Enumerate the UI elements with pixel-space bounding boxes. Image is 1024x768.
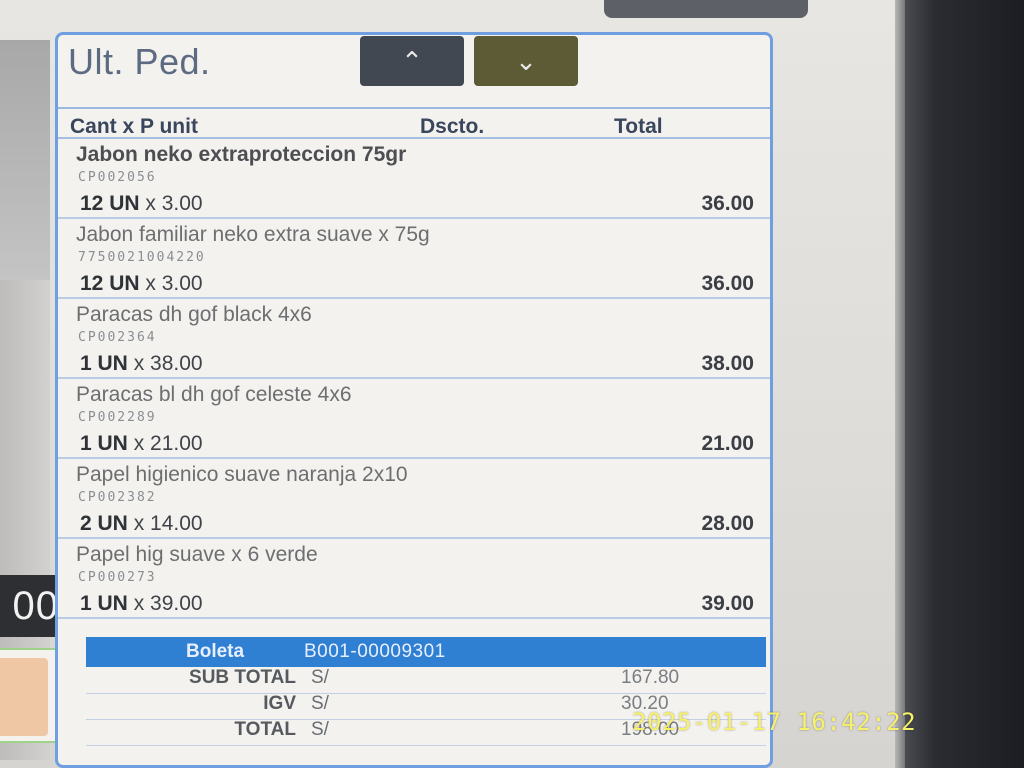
list-item[interactable]: Jabon familiar neko extra suave x 75g 77…	[58, 219, 770, 299]
item-qty: 2 UN	[80, 512, 128, 535]
list-item[interactable]: Paracas bl dh gof celeste 4x6 CP002289 1…	[58, 379, 770, 459]
item-qty-price: 12 UN x 3.00	[80, 272, 203, 296]
igv-label: IGV	[263, 693, 296, 714]
list-item[interactable]: Jabon neko extraproteccion 75gr CP002056…	[58, 139, 770, 219]
item-code: CP002364	[78, 330, 157, 345]
scroll-down-button[interactable]: ⌄	[474, 36, 578, 86]
item-qty: 1 UN	[80, 352, 128, 375]
item-qty: 12 UN	[80, 272, 140, 295]
item-qty-price: 2 UN x 14.00	[80, 512, 203, 536]
subtotal-currency: S/	[311, 667, 329, 688]
monitor-bezel	[905, 0, 1024, 768]
chevron-down-icon: ⌄	[515, 46, 537, 76]
item-total: 36.00	[701, 272, 754, 295]
list-item[interactable]: Papel higienico suave naranja 2x10 CP002…	[58, 459, 770, 539]
column-header-qty-price: Cant x P unit	[70, 115, 198, 138]
item-name: Papel higienico suave naranja 2x10	[76, 463, 408, 486]
item-qty-price: 1 UN x 21.00	[80, 432, 203, 456]
item-total: 28.00	[701, 512, 754, 535]
total-label: TOTAL	[234, 719, 296, 740]
igv-currency: S/	[311, 693, 329, 714]
item-name: Paracas dh gof black 4x6	[76, 303, 312, 326]
subtotal-label: SUB TOTAL	[189, 667, 296, 688]
chevron-up-icon: ⌃	[401, 46, 423, 76]
list-item[interactable]: Papel hig suave x 6 verde CP000273 1 UN …	[58, 539, 770, 619]
item-unit-price: x 21.00	[133, 432, 203, 455]
item-code: CP002056	[78, 170, 157, 185]
total-currency: S/	[311, 719, 329, 740]
list-item[interactable]: Paracas dh gof black 4x6 CP002364 1 UN x…	[58, 299, 770, 379]
item-qty: 12 UN	[80, 192, 140, 215]
receipt-type: Boleta	[186, 641, 245, 662]
item-qty-price: 12 UN x 3.00	[80, 192, 203, 216]
item-unit-price: x 38.00	[133, 352, 203, 375]
scroll-up-button[interactable]: ⌃	[360, 36, 464, 86]
item-unit-price: x 3.00	[145, 192, 203, 215]
item-name: Papel hig suave x 6 verde	[76, 543, 318, 566]
panel-header: Ult. Ped. ⌃ ⌄	[58, 35, 770, 109]
item-code: CP002289	[78, 410, 157, 425]
item-name: Jabon familiar neko extra suave x 75g	[76, 223, 430, 246]
item-code: 7750021004220	[78, 250, 206, 265]
item-unit-price: x 14.00	[133, 512, 203, 535]
subtotal-row: SUB TOTAL S/ 167.80	[86, 667, 766, 694]
pos-screen: 00 Ult. Ped. ⌃ ⌄ Cant x P unit Dscto. To…	[0, 0, 895, 768]
subtotal-value: 167.80	[621, 667, 680, 688]
last-orders-panel: Ult. Ped. ⌃ ⌄ Cant x P unit Dscto. Total…	[55, 32, 773, 768]
top-tab[interactable]	[604, 0, 808, 18]
receipt-number: B001-00009301	[304, 641, 446, 662]
item-name: Jabon neko extraproteccion 75gr	[76, 143, 407, 166]
column-header-total: Total	[614, 115, 663, 138]
receipt-bar: Boleta B001-00009301	[86, 637, 766, 667]
item-total: 38.00	[701, 352, 754, 375]
item-total: 39.00	[701, 592, 754, 615]
item-name: Paracas bl dh gof celeste 4x6	[76, 383, 352, 406]
item-unit-price: x 3.00	[145, 272, 203, 295]
item-total: 36.00	[701, 192, 754, 215]
camera-timestamp: 2025-01-17 16:42:22	[632, 708, 917, 736]
item-unit-price: x 39.00	[133, 592, 203, 615]
panel-title: Ult. Ped.	[68, 41, 211, 82]
item-qty-price: 1 UN x 38.00	[80, 352, 203, 376]
left-action-button-face	[0, 658, 48, 736]
item-qty: 1 UN	[80, 592, 128, 615]
item-qty: 1 UN	[80, 432, 128, 455]
item-code: CP002382	[78, 490, 157, 505]
column-header-discount: Dscto.	[420, 115, 485, 138]
left-panel-header	[0, 40, 50, 280]
order-items-list: Jabon neko extraproteccion 75gr CP002056…	[58, 139, 770, 619]
item-qty-price: 1 UN x 39.00	[80, 592, 203, 616]
item-code: CP000273	[78, 570, 157, 585]
item-total: 21.00	[701, 432, 754, 455]
